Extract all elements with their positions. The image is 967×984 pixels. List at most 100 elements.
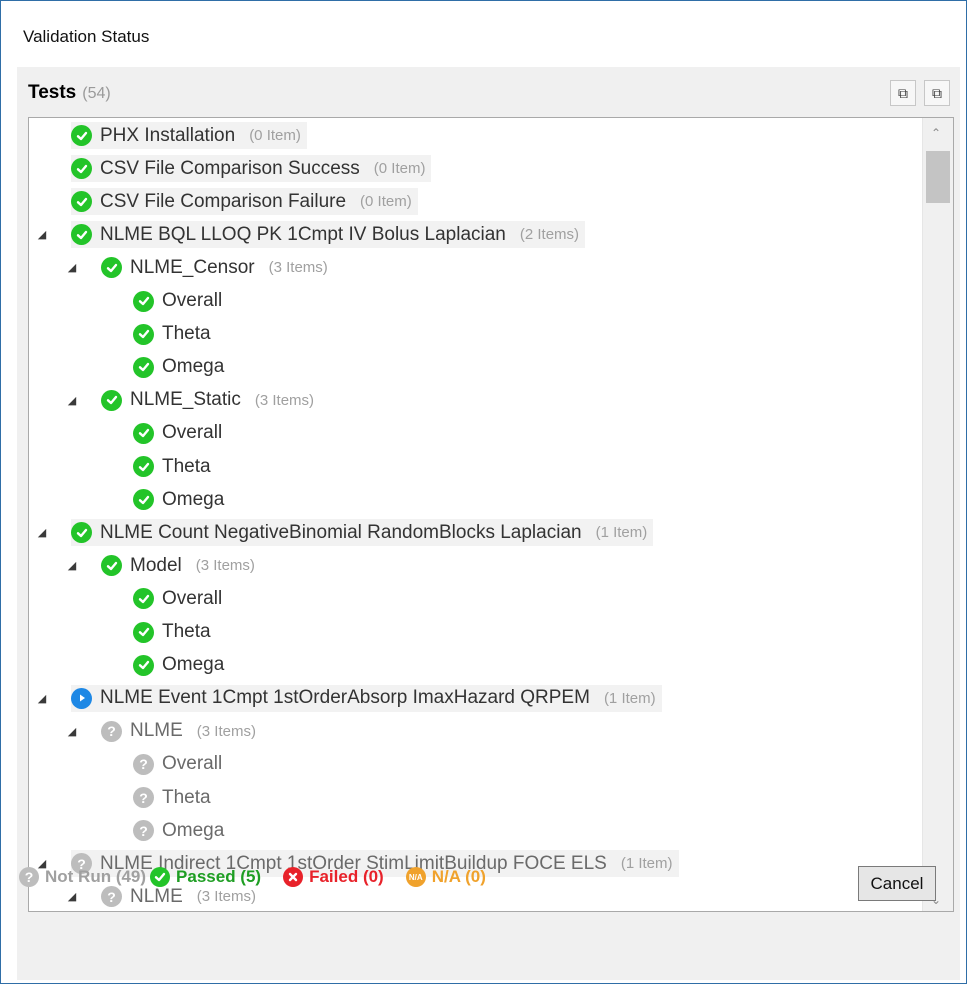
passed-icon [133,654,154,676]
tree-row-label: Theta [162,786,211,808]
scroll-up-icon[interactable]: ⌃ [931,126,941,140]
tree-row-content: CSV File Comparison Failure (0 Item) [71,188,418,216]
tree-row[interactable]: PHX Installation (0 Item) [71,120,307,151]
tree-row-label: NLME Event 1Cmpt 1stOrderAbsorp ImaxHaza… [100,687,590,709]
tree-row-item-count: (1 Item) [603,689,656,707]
tree-row-label: Omega [162,488,225,510]
cancel-button[interactable]: Cancel [858,866,936,901]
tree-row-label: NLME_Censor [130,256,255,278]
passed-label: Passed (5) [176,867,262,886]
passed-icon [71,158,92,180]
tree-row[interactable]: Omega [133,650,224,681]
expand-arrow-icon[interactable]: ◢ [65,890,79,903]
tree-row-content: NLME BQL LLOQ PK 1Cmpt IV Bolus Laplacia… [71,221,586,249]
tree-row-content: ? NLME (3 Items) [101,886,256,908]
tree-row-label: NLME [130,720,183,742]
tree-row-item-count: (1 Item) [595,524,648,542]
tree-row-item-count: (3 Items) [196,888,256,906]
tree-row-item-count: (3 Items) [268,259,328,277]
tree-row-label: PHX Installation [100,124,236,146]
tree-row-label: Omega [162,356,225,378]
tree-row-content: Model (3 Items) [101,555,255,577]
tree-row[interactable]: ? Omega [133,815,224,846]
passed-icon [133,290,154,312]
tree-row-content: Omega [133,356,224,378]
tree-row-content: Omega [133,489,224,511]
expand-arrow-icon[interactable]: ◢ [35,526,49,539]
tests-label: Tests [28,82,77,103]
test-tree[interactable]: PHX Installation (0 Item) CSV File Compari… [28,117,954,912]
tree-row-label: CSV File Comparison Success [100,157,360,179]
collapse-all-button[interactable]: ⧉ [924,80,950,106]
tree-row[interactable]: ◢ NLME_Censor (3 Items) [68,252,328,283]
tree-row-content: Overall [133,422,222,444]
expand-arrow-icon[interactable]: ◢ [65,394,79,407]
tree-row[interactable]: Overall [133,286,222,317]
failed-summary: Failed (0) [283,867,384,887]
tree-row-content: CSV File Comparison Success (0 Item) [71,155,432,183]
tree-row[interactable]: ◢ Model (3 Items) [68,550,255,581]
scroll-thumb[interactable] [926,151,950,203]
tree-row[interactable]: CSV File Comparison Success (0 Item) [71,153,432,184]
tree-row-label: Overall [162,422,223,444]
tree-row[interactable]: ? Theta [133,782,211,813]
tree-row-content: NLME Event 1Cmpt 1stOrderAbsorp ImaxHaza… [71,684,662,712]
tree-row[interactable]: Overall [133,583,222,614]
passed-icon [133,422,154,444]
tree-row[interactable]: Theta [133,319,211,350]
passed-icon [150,867,171,887]
tree-row[interactable]: ? Overall [133,749,222,780]
passed-summary: Passed (5) [150,867,261,887]
tree-row-content: Theta [133,323,211,345]
tree-row-item-count: (3 Items) [195,557,255,575]
tree-row[interactable]: ◢ NLME Event 1Cmpt 1stOrderAbsorp ImaxHaz… [38,683,662,714]
expand-arrow-icon[interactable]: ◢ [35,692,49,705]
tree-row[interactable]: ◢ NLME Count NegativeBinomial RandomBlock… [38,517,654,548]
tree-row-content: ? NLME (3 Items) [101,720,256,742]
tree-row-content: NLME_Censor (3 Items) [101,257,328,279]
not-run-summary: ? Not Run (49) [19,867,146,887]
passed-icon [133,356,154,378]
tree-row[interactable]: Theta [133,451,211,482]
na-icon: N/A [405,867,426,887]
tree-row-item-count: (0 Item) [360,193,412,211]
not-run-icon: ? [133,753,154,775]
expand-arrow-icon[interactable]: ◢ [35,228,49,241]
passed-icon [101,389,122,411]
tree-row-label: Overall [162,290,223,311]
tree-row[interactable]: CSV File Comparison Failure (0 Item) [71,186,418,217]
tree-row-item-count: (3 Items) [254,391,315,409]
tree-row-label: NLME [130,885,183,907]
tree-row-item-count: (0 Item) [373,160,426,178]
dialog-title: Validation Status [23,27,150,46]
tree-row[interactable]: ◢? NLME (3 Items) [68,716,256,747]
expand-arrow-icon[interactable]: ◢ [65,261,79,274]
tree-row[interactable]: Omega [133,484,224,515]
tree-row[interactable]: Theta [133,617,211,648]
tree-row-item-count: (3 Items) [196,722,256,740]
tree-row[interactable]: Omega [133,352,224,383]
not-run-icon: ? [101,886,122,908]
tree-row-content: Omega [133,654,224,676]
passed-icon [71,224,92,246]
tree-row-content: PHX Installation (0 Item) [71,122,307,149]
tree-row[interactable]: Overall [133,418,222,449]
expand-arrow-icon[interactable]: ◢ [65,559,79,572]
passed-icon [71,125,92,146]
passed-icon [133,621,154,643]
tests-header: Tests (54) [28,82,111,104]
status-summary: ? Not Run (49) Passed (5) Failed (0) N/A… [19,867,508,887]
expand-arrow-icon[interactable]: ◢ [65,725,79,738]
tree-row-content: ? Overall [133,753,222,775]
tree-row-content: Overall [133,290,222,312]
vertical-scrollbar[interactable]: ⌃ ⌄ [922,118,953,911]
expand-all-button[interactable]: ⧉ [890,80,916,106]
tests-count: (54) [82,85,111,102]
tree-row[interactable]: ◢ NLME BQL LLOQ PK 1Cmpt IV Bolus Laplaci… [38,219,586,250]
passed-icon [133,489,154,511]
tree-row-label: NLME_Static [130,389,241,411]
passed-icon [133,323,154,345]
tree-row-label: Omega [162,654,225,676]
tree-row[interactable]: ◢ NLME_Static (3 Items) [68,385,315,416]
not-run-icon: ? [133,787,154,808]
